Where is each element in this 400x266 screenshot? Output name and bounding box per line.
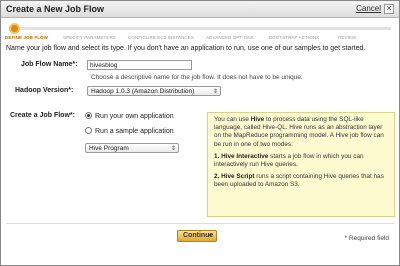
wizard-steps: DEFINE JOB FLOW SPECIFY PARAMETERS CONFI… [1,19,399,46]
select-arrows-icon: ⇕ [212,89,218,95]
application-type-value: Hive Program [89,145,129,152]
job-flow-name-label: Job Flow Name*: [21,61,78,68]
radio-selected-icon [85,112,92,119]
continue-button[interactable]: Continue » [177,230,217,242]
create-job-flow-label: Create a Job Flow*: [10,112,75,119]
radio-own-label: Run your own application [95,113,174,120]
dialog-title: Create a New Job Flow [6,4,105,14]
hive-info-intro: You can use Hive to process data using t… [214,116,384,148]
step-bootstrap-actions: BOOTSTRAP ACTIONS [269,35,320,40]
current-step-indicator [9,23,20,34]
step-review: REVIEW [338,35,357,40]
job-flow-name-hint: Choose a descriptive name for the job fl… [91,74,303,81]
step-advanced-options: ADVANCED OPTIONS [206,35,254,40]
close-icon[interactable]: ✕ [384,4,394,14]
chevron-right-icon: » [208,232,212,239]
hive-info-interactive: 1. Hive Interactive starts a job flow in… [214,152,364,169]
hadoop-version-value: Hadoop 1.0.3 (Amazon Distribution) [91,88,195,95]
hadoop-version-select[interactable]: Hadoop 1.0.3 (Amazon Distribution) ⇕ [87,86,221,96]
job-flow-name-input[interactable]: hivesblog [87,60,192,70]
step-configure-ec2-instances: CONFIGURE EC2 INSTANCES [128,35,194,40]
hive-info-box: You can use Hive to process data using t… [207,112,395,217]
intro-text: Name your job flow and select its type. … [6,45,366,52]
hadoop-version-label: Hadoop Version*: [15,87,74,94]
radio-run-own-application[interactable]: Run your own application [85,112,174,120]
cancel-link[interactable]: Cancel [356,4,381,13]
step-define-job-flow: DEFINE JOB FLOW [5,35,48,40]
radio-run-sample-application[interactable]: Run a sample application [85,127,174,135]
application-type-select[interactable]: Hive Program ⇕ [85,143,179,153]
radio-sample-label: Run a sample application [95,128,174,135]
footer-divider [6,223,394,224]
select-arrows-icon: ⇕ [170,146,176,152]
step-specify-parameters: SPECIFY PARAMETERS [63,35,116,40]
required-field-note: * Required field [344,235,389,242]
wizard-progress-track [9,27,391,30]
radio-unselected-icon [85,127,92,134]
create-job-flow-dialog: Create a New Job Flow Cancel ✕ DEFINE JO… [0,0,400,266]
hive-info-script: 2. Hive Script runs a script containing … [214,173,384,189]
dialog-titlebar: Create a New Job Flow Cancel ✕ [1,1,399,18]
